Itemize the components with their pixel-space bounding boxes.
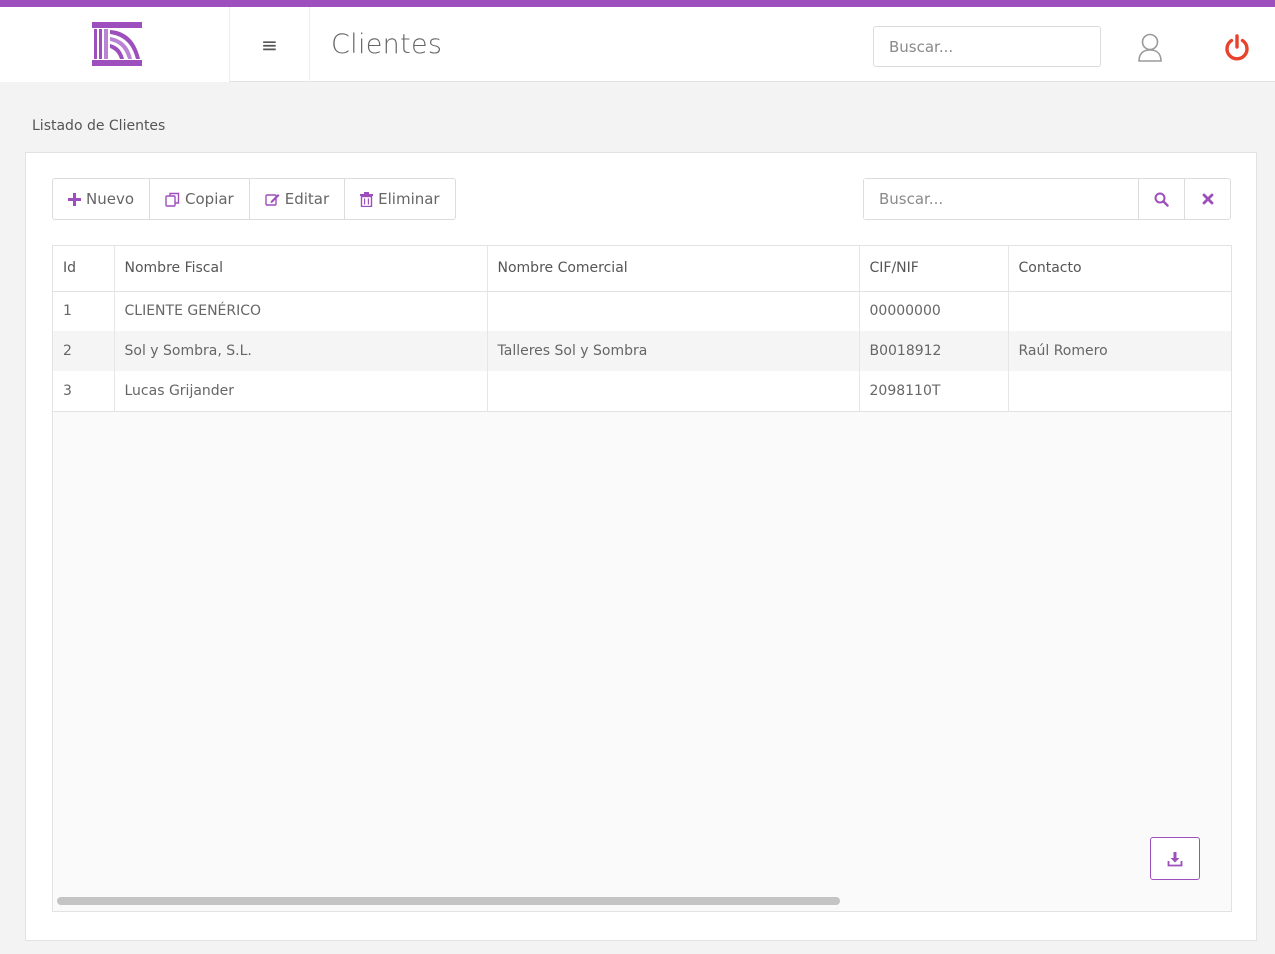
cell-nombre-comercial	[487, 371, 860, 412]
cell-id: 3	[53, 371, 115, 412]
cell-nombre-comercial: Talleres Sol y Sombra	[487, 331, 860, 371]
download-icon	[1167, 851, 1183, 866]
table-row[interactable]: 1 CLIENTE GENÉRICO 00000000	[53, 291, 1231, 331]
cell-cif-nif: 2098110T	[859, 371, 1009, 412]
new-button-label: Nuevo	[86, 190, 135, 208]
table-header-row: Id Nombre Fiscal Nombre Comercial CIF/NI…	[53, 246, 1231, 292]
close-icon	[1202, 193, 1213, 205]
delete-button[interactable]: Eliminar	[345, 179, 454, 219]
logo-icon	[92, 22, 142, 66]
table-row[interactable]: 2 Sol y Sombra, S.L. Talleres Sol y Somb…	[53, 331, 1231, 371]
hamburger-icon: ≡	[261, 32, 278, 57]
plus-icon	[68, 192, 81, 206]
edit-button-label: Editar	[284, 190, 330, 208]
export-button[interactable]	[1150, 837, 1200, 880]
cell-cif-nif: 00000000	[859, 291, 1009, 331]
edit-button[interactable]: Editar	[250, 179, 346, 219]
horizontal-scrollbar[interactable]	[57, 897, 840, 905]
top-bar: ≡ Clientes	[0, 0, 1275, 82]
clients-table: Id Nombre Fiscal Nombre Comercial CIF/NI…	[53, 246, 1231, 412]
copy-icon	[165, 192, 180, 207]
column-header-nombre-fiscal[interactable]: Nombre Fiscal	[114, 246, 488, 292]
cell-id: 2	[53, 331, 115, 371]
copy-button-label: Copiar	[185, 190, 234, 208]
power-icon[interactable]	[1223, 34, 1251, 62]
cell-id: 1	[53, 291, 115, 331]
new-button[interactable]: Nuevo	[53, 179, 151, 219]
global-search-input[interactable]	[873, 26, 1101, 67]
table-row[interactable]: 3 Lucas Grijander 2098110T	[53, 371, 1231, 412]
cell-nombre-fiscal: CLIENTE GENÉRICO	[114, 291, 488, 331]
user-icon[interactable]	[1137, 33, 1163, 63]
edit-icon	[265, 192, 280, 207]
clients-panel: Nuevo Copiar Editar Eliminar Buscar... I…	[25, 152, 1257, 941]
clear-search-button[interactable]	[1184, 179, 1230, 219]
column-header-id[interactable]: Id	[53, 246, 115, 292]
logo[interactable]	[0, 7, 230, 82]
column-header-cif-nif[interactable]: CIF/NIF	[859, 246, 1009, 292]
trash-icon	[360, 191, 374, 207]
cell-contacto	[1008, 371, 1231, 412]
cell-contacto: Raúl Romero	[1008, 331, 1231, 371]
delete-button-label: Eliminar	[378, 190, 440, 208]
column-header-contacto[interactable]: Contacto	[1008, 246, 1231, 292]
copy-button[interactable]: Copiar	[150, 179, 250, 219]
cell-nombre-fiscal: Sol y Sombra, S.L.	[114, 331, 488, 371]
cell-cif-nif: B0018912	[859, 331, 1009, 371]
clients-table-container: Id Nombre Fiscal Nombre Comercial CIF/NI…	[52, 245, 1232, 912]
column-header-nombre-comercial[interactable]: Nombre Comercial	[487, 246, 860, 292]
cell-nombre-comercial	[487, 291, 860, 331]
search-icon	[1154, 192, 1169, 207]
toolbar-buttons: Nuevo Copiar Editar Eliminar	[52, 178, 456, 220]
page-title: Clientes	[331, 29, 443, 60]
table-search-input[interactable]	[864, 179, 1138, 219]
cell-nombre-fiscal: Lucas Grijander	[114, 371, 488, 412]
section-title: Listado de Clientes	[32, 118, 166, 134]
cell-contacto	[1008, 291, 1231, 331]
menu-toggle-button[interactable]: ≡	[230, 7, 310, 82]
table-search	[863, 178, 1231, 220]
search-button[interactable]	[1138, 179, 1184, 219]
